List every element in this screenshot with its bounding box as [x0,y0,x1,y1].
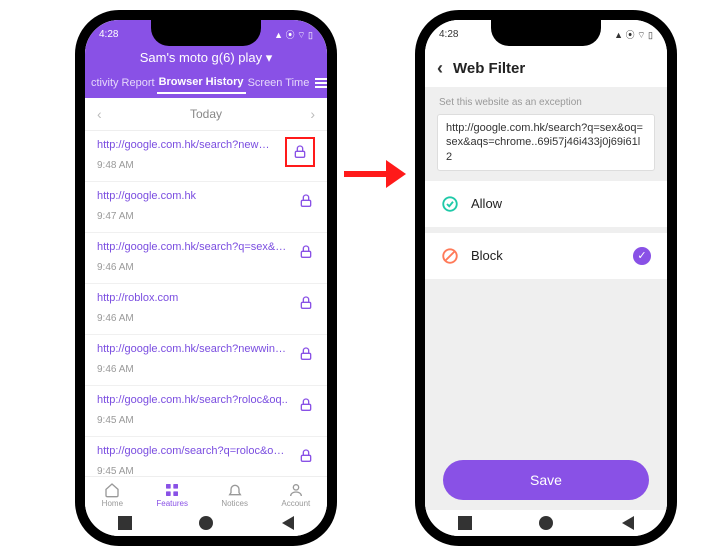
history-url: http://google.com.hk/search?q=sex&oq=s.. [97,241,289,253]
lock-icon[interactable] [297,243,315,261]
lock-icon[interactable] [285,137,315,167]
history-url: http://google.com.hk/search?newwindow.. [97,343,289,355]
history-row[interactable]: http://roblox.com 9:46 AM [85,284,327,335]
account-icon [287,483,305,497]
option-block[interactable]: Block ✓ [425,233,667,279]
android-home-icon[interactable] [199,516,213,530]
tabs-row: ctivity Report Browser History Screen Ti… [85,72,327,94]
android-back-icon[interactable] [620,516,634,530]
history-time: 9:46 AM [97,364,134,375]
history-url: http://roblox.com [97,292,289,304]
status-icons: ▲ ⦿ ⌔ ▯ [274,28,313,41]
subtitle: Set this website as an exception [425,87,667,114]
history-row[interactable]: http://google.com/search?q=roloc&oq=rol.… [85,437,327,476]
history-time: 9:47 AM [97,211,134,222]
nav-notices[interactable]: Notices [221,483,248,508]
android-home-icon[interactable] [539,516,553,530]
history-row[interactable]: http://google.com.hk/search?newwindow.. … [85,335,327,386]
check-circle-icon [441,195,459,213]
history-time: 9:46 AM [97,262,134,273]
android-recent-icon[interactable] [458,516,472,530]
history-time: 9:45 AM [97,466,134,476]
history-time: 9:45 AM [97,415,134,426]
bottom-nav: Home Features Notices Account [85,476,327,510]
arrow-icon [344,160,406,188]
android-recent-icon[interactable] [118,516,132,530]
nav-features[interactable]: Features [156,483,188,508]
phone-right: 4:28 ▲ ⦿ ⌔ ▯ ‹ Web Filter Set this websi… [415,10,677,546]
back-icon[interactable]: ‹ [437,58,443,79]
android-nav [85,510,327,536]
android-nav [425,510,667,536]
url-input[interactable]: http://google.com.hk/search?q=sex&oq=sex… [437,114,655,171]
chevron-right-icon[interactable]: › [310,106,315,122]
history-url: http://google.com.hk/search?roloc&oq.. [97,394,289,406]
nav-account[interactable]: Account [281,483,310,508]
features-icon [163,483,181,497]
notch [491,18,601,46]
page-title: Web Filter [453,60,525,77]
history-row[interactable]: http://google.com.hk 9:47 AM [85,182,327,233]
lock-icon[interactable] [297,396,315,414]
nav-home[interactable]: Home [102,483,123,508]
device-selector[interactable]: Sam's moto g(6) play ▾ [85,48,327,72]
option-label: Allow [471,196,502,211]
lock-icon[interactable] [297,447,315,465]
history-row[interactable]: http://google.com.hk/search?q=sex&oq=s..… [85,233,327,284]
history-url: http://google.com.hk [97,190,289,202]
web-filter-body: Set this website as an exception http://… [425,87,667,510]
day-label: Today [190,107,222,121]
history-url: http://google.com.hk/search?newwindow.. [97,139,277,151]
selected-badge-icon: ✓ [633,247,651,265]
history-time: 9:48 AM [97,160,134,171]
history-time: 9:46 AM [97,313,134,324]
lock-icon[interactable] [297,192,315,210]
option-allow[interactable]: Allow [425,181,667,227]
history-url: http://google.com/search?q=roloc&oq=rol.… [97,445,289,457]
app-header: Sam's moto g(6) play ▾ ctivity Report Br… [85,48,327,98]
date-picker-bar: ‹ Today › [85,98,327,131]
tab-browser-history[interactable]: Browser History [157,72,246,94]
history-row[interactable]: http://google.com.hk/search?roloc&oq.. 9… [85,386,327,437]
home-icon [103,483,121,497]
history-list: http://google.com.hk/search?newwindow.. … [85,131,327,476]
status-time: 4:28 [439,29,458,40]
block-icon [441,247,459,265]
lock-icon[interactable] [297,294,315,312]
hamburger-icon[interactable] [311,74,331,92]
notch [151,18,261,46]
status-icons: ▲ ⦿ ⌔ ▯ [614,28,653,41]
android-back-icon[interactable] [280,516,294,530]
tab-activity-report[interactable]: ctivity Report [89,73,157,93]
save-button[interactable]: Save [443,460,649,500]
tab-screen-time[interactable]: Screen Time [246,73,312,93]
history-row[interactable]: http://google.com.hk/search?newwindow.. … [85,131,327,182]
option-label: Block [471,248,503,263]
chevron-left-icon[interactable]: ‹ [97,106,102,122]
bell-icon [226,483,244,497]
lock-icon[interactable] [297,345,315,363]
status-time: 4:28 [99,29,118,40]
web-filter-header: ‹ Web Filter [425,48,667,87]
phone-left: 4:28 ▲ ⦿ ⌔ ▯ Sam's moto g(6) play ▾ ctiv… [75,10,337,546]
